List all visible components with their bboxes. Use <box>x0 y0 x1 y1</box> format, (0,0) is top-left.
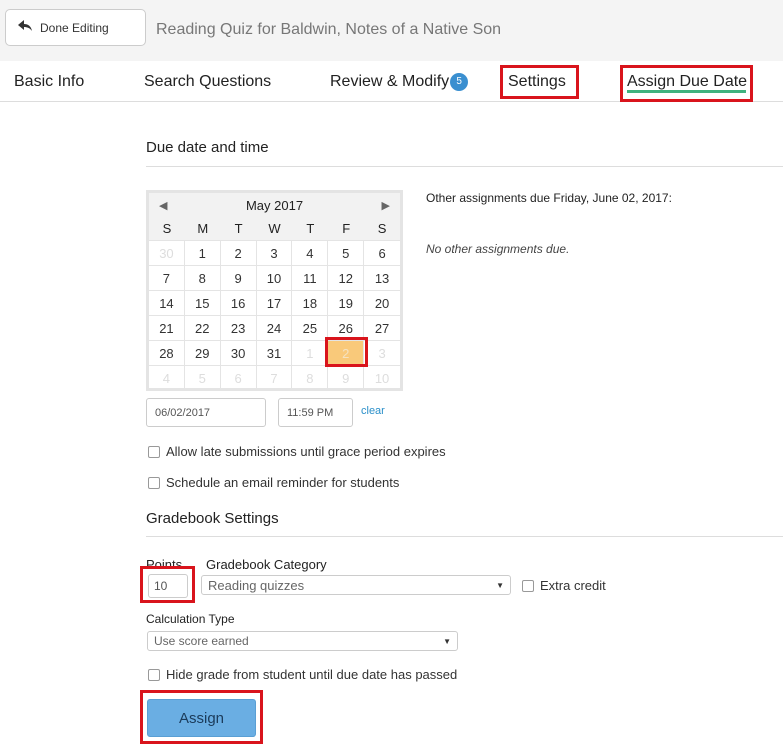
category-select[interactable]: Reading quizzes ▼ <box>201 575 511 595</box>
back-arrow-icon <box>18 20 32 35</box>
calendar-day[interactable]: 8 <box>184 265 221 290</box>
calendar-day[interactable]: 15 <box>184 290 221 315</box>
extra-credit-checkbox[interactable]: Extra credit <box>522 578 606 593</box>
calendar-day[interactable]: 4 <box>292 240 329 265</box>
clear-link[interactable]: clear <box>361 405 385 417</box>
checkbox-label: Allow late submissions until grace perio… <box>166 444 446 459</box>
done-editing-label: Done Editing <box>40 20 109 35</box>
highlight-box <box>620 65 753 102</box>
weekday-header: F <box>342 221 351 236</box>
weekday-header: S <box>377 221 387 236</box>
calc-type-label: Calculation Type <box>146 612 235 626</box>
calendar-day[interactable]: 30 <box>149 240 185 265</box>
question-count-badge: 5 <box>450 73 469 91</box>
email-reminder-checkbox[interactable]: Schedule an email reminder for students <box>148 475 399 490</box>
calendar-day[interactable]: 19 <box>328 290 365 315</box>
due-date-input[interactable]: 06/02/2017 <box>146 398 266 427</box>
calendar-day[interactable]: 10 <box>364 365 400 390</box>
calendar-day[interactable]: 24 <box>256 315 293 340</box>
calendar-day[interactable]: 5 <box>184 365 221 390</box>
calendar-month: May 2017 <box>245 197 304 213</box>
weekday-header: T <box>306 221 315 236</box>
calendar-day[interactable]: 8 <box>292 365 329 390</box>
late-submissions-checkbox[interactable]: Allow late submissions until grace perio… <box>148 444 446 459</box>
calendar-day[interactable]: 25 <box>292 315 329 340</box>
tab-label: Review & Modify <box>330 73 450 90</box>
checkbox-label: Extra credit <box>540 578 606 593</box>
gradebook-heading: Gradebook Settings <box>146 510 279 527</box>
calendar-day[interactable]: 10 <box>256 265 293 290</box>
no-assignments-text: No other assignments due. <box>426 242 570 256</box>
checkbox[interactable] <box>148 445 160 458</box>
calendar-day[interactable]: 13 <box>364 265 400 290</box>
calendar-day[interactable]: 4 <box>149 365 185 390</box>
highlight-box <box>140 690 263 744</box>
calendar-day[interactable]: 1 <box>184 240 221 265</box>
calendar-day[interactable]: 30 <box>220 340 257 365</box>
calendar-day[interactable]: 3 <box>364 340 400 365</box>
next-month-icon[interactable]: ▶ <box>382 199 390 212</box>
caret-down-icon: ▼ <box>496 580 504 590</box>
category-label: Gradebook Category <box>206 557 327 572</box>
due-date-heading: Due date and time <box>146 139 269 156</box>
due-time-input[interactable]: 11:59 PM <box>278 398 353 427</box>
calc-type-select[interactable]: Use score earned ▼ <box>147 631 458 651</box>
calendar-day[interactable]: 14 <box>149 290 185 315</box>
other-assignments-label: Other assignments due Friday, June 02, 2… <box>426 191 672 205</box>
calendar-day[interactable]: 21 <box>149 315 185 340</box>
calendar-day[interactable]: 7 <box>149 265 185 290</box>
divider <box>146 536 783 537</box>
checkbox-label: Hide grade from student until due date h… <box>166 667 458 682</box>
calendar-day[interactable]: 2 <box>220 240 257 265</box>
tab-basic-info[interactable]: Basic Info <box>14 73 84 91</box>
calendar-day[interactable]: 23 <box>220 315 257 340</box>
select-value: Use score earned <box>154 634 249 648</box>
tab-search-questions[interactable]: Search Questions <box>144 73 271 91</box>
divider <box>146 166 783 167</box>
calendar-day[interactable]: 28 <box>149 340 185 365</box>
highlight-box <box>140 566 195 603</box>
calendar-day[interactable]: 3 <box>256 240 293 265</box>
highlight-box <box>325 337 368 367</box>
calendar-day[interactable]: 11 <box>292 265 329 290</box>
hide-grade-checkbox[interactable]: Hide grade from student until due date h… <box>148 667 457 682</box>
checkbox-label: Schedule an email reminder for students <box>166 475 400 490</box>
calendar-day[interactable]: 9 <box>328 365 365 390</box>
checkbox[interactable] <box>148 668 160 681</box>
caret-down-icon: ▼ <box>443 636 451 646</box>
weekday-header: T <box>234 221 243 236</box>
checkbox[interactable] <box>522 579 534 592</box>
calendar-day[interactable]: 22 <box>184 315 221 340</box>
calendar-day[interactable]: 6 <box>220 365 257 390</box>
highlight-box <box>500 65 579 99</box>
calendar-day[interactable]: 1 <box>292 340 329 365</box>
calendar-day[interactable]: 18 <box>292 290 329 315</box>
calendar-day[interactable]: 12 <box>328 265 365 290</box>
weekday-header: S <box>162 221 172 236</box>
calendar-day[interactable]: 5 <box>328 240 365 265</box>
calendar-day[interactable]: 7 <box>256 365 293 390</box>
calendar-day[interactable]: 29 <box>184 340 221 365</box>
tab-review-modify[interactable]: Review & Modify 5 <box>330 73 469 91</box>
calendar-day[interactable]: 31 <box>256 340 293 365</box>
top-bar: Done Editing Reading Quiz for Baldwin, N… <box>0 0 783 61</box>
calendar-day[interactable]: 17 <box>256 290 293 315</box>
select-value: Reading quizzes <box>208 577 305 593</box>
weekday-header: M <box>197 221 209 236</box>
calendar-day[interactable]: 6 <box>364 240 400 265</box>
calendar-day[interactable]: 27 <box>364 315 400 340</box>
calendar-day[interactable]: 20 <box>364 290 400 315</box>
prev-month-icon[interactable]: ◀ <box>159 199 167 212</box>
done-editing-button[interactable]: Done Editing <box>5 9 146 46</box>
checkbox[interactable] <box>148 476 160 489</box>
page-title: Reading Quiz for Baldwin, Notes of a Nat… <box>156 21 502 38</box>
calendar-day[interactable]: 9 <box>220 265 257 290</box>
weekday-header: W <box>268 221 281 236</box>
calendar-day[interactable]: 16 <box>220 290 257 315</box>
